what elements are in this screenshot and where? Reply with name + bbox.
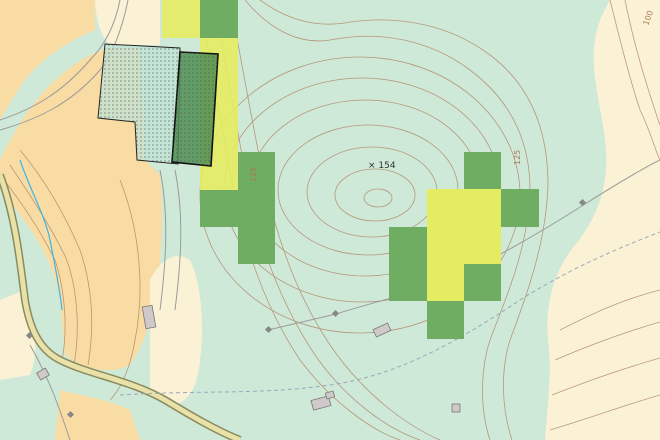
grid-cell	[389, 227, 427, 264]
contour-label-125-west: 125	[249, 167, 258, 182]
grid-cell	[427, 301, 464, 339]
open-land-middle	[150, 256, 202, 405]
grid-cell	[464, 152, 501, 189]
contour-label-125-east: 125	[513, 150, 522, 165]
grid-cell	[427, 189, 464, 227]
grid-cell	[389, 264, 427, 301]
grid-cell	[427, 264, 464, 301]
grid-cell	[200, 0, 238, 38]
open-land-top	[95, 0, 160, 45]
grid-cell	[464, 227, 501, 264]
grid-cell	[238, 190, 275, 227]
topographic-map[interactable]: × 154 125 125 100	[0, 0, 660, 440]
grid-cell	[200, 190, 238, 227]
grid-cell	[501, 189, 539, 227]
spot-height-label: × 154	[368, 161, 396, 171]
grid-cell	[238, 227, 275, 264]
grid-cell	[464, 264, 501, 301]
grid-cell	[464, 189, 501, 227]
grid-cell	[162, 0, 200, 38]
parcel-right-dots	[172, 52, 218, 166]
grid-cell	[427, 227, 464, 264]
